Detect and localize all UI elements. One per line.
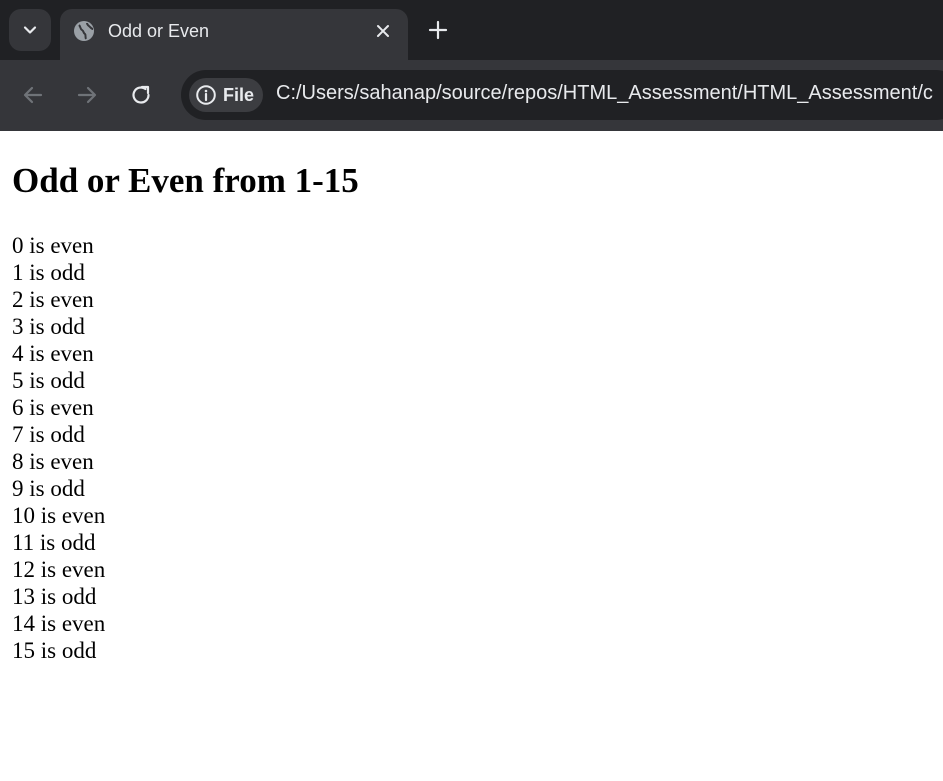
result-line: 7 is odd <box>12 422 85 447</box>
result-line: 2 is even <box>12 287 94 312</box>
tab-search-button[interactable] <box>9 9 51 51</box>
navigation-toolbar: File C:/Users/sahanap/source/repos/HTML_… <box>0 60 943 131</box>
close-icon <box>377 25 389 37</box>
result-line: 1 is odd <box>12 260 85 285</box>
result-line: 12 is even <box>12 557 106 582</box>
arrow-left-icon <box>23 86 43 104</box>
result-line: 5 is odd <box>12 368 85 393</box>
result-line: 6 is even <box>12 395 94 420</box>
active-tab[interactable]: Odd or Even <box>60 9 408 60</box>
info-icon <box>196 85 216 105</box>
result-line: 11 is odd <box>12 530 96 555</box>
reload-button[interactable] <box>126 80 156 110</box>
result-line: 15 is odd <box>12 638 97 663</box>
browser-window-frame: Odd or Even File C:/Users/sahanap/source… <box>0 0 943 131</box>
result-line: 10 is even <box>12 503 106 528</box>
site-info-label: File <box>223 85 255 105</box>
reload-icon <box>132 85 150 104</box>
address-bar[interactable]: File C:/Users/sahanap/source/repos/HTML_… <box>181 70 943 120</box>
globe-icon <box>74 21 94 41</box>
plus-icon <box>428 20 448 40</box>
page-content: Odd or Even from 1-15 0 is even 1 is odd… <box>0 131 943 781</box>
result-line: 13 is odd <box>12 584 97 609</box>
chevron-down-icon <box>23 26 37 34</box>
tab-close-button[interactable] <box>373 21 393 41</box>
arrow-right-icon <box>77 86 97 104</box>
page-title: Odd or Even from 1-15 <box>12 161 359 200</box>
result-line: 9 is odd <box>12 476 85 501</box>
result-line: 3 is odd <box>12 314 85 339</box>
url-text[interactable]: C:/Users/sahanap/source/repos/HTML_Asses… <box>276 82 933 105</box>
forward-button[interactable] <box>72 80 102 110</box>
new-tab-button[interactable] <box>425 17 451 43</box>
site-info-chip[interactable]: File <box>189 78 263 112</box>
result-list: 0 is even 1 is odd 2 is even 3 is odd 4 … <box>12 232 105 664</box>
result-line: 0 is even <box>12 233 94 258</box>
tab-title: Odd or Even <box>108 21 210 41</box>
result-line: 8 is even <box>12 449 94 474</box>
result-line: 4 is even <box>12 341 94 366</box>
back-button[interactable] <box>18 80 48 110</box>
result-line: 14 is even <box>12 611 106 636</box>
